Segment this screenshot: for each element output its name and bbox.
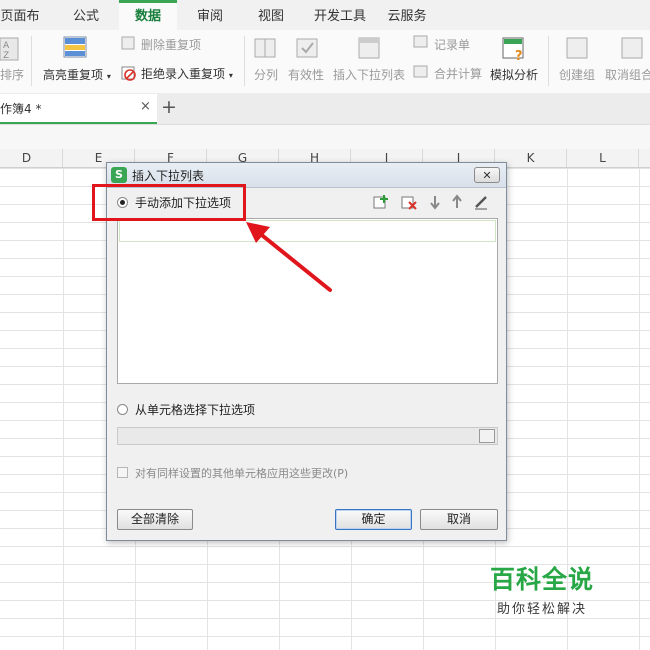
reject-duplicates-label: 拒绝录入重复项 xyxy=(141,67,226,81)
ungroup-button[interactable]: 取消组合 xyxy=(605,66,650,83)
dialog-title: 插入下拉列表 xyxy=(132,169,205,183)
sort-button[interactable]: 排序 xyxy=(0,66,24,83)
move-down-icon[interactable] xyxy=(427,194,443,210)
close-icon[interactable]: × xyxy=(140,99,151,114)
divider xyxy=(548,36,549,86)
tab-developer[interactable]: 开发工具 xyxy=(308,0,372,30)
merge-calc-button[interactable]: 合并计算 xyxy=(434,65,482,82)
delete-duplicates-icon xyxy=(121,36,135,50)
record-form-button[interactable]: 记录单 xyxy=(434,36,470,53)
dropdown-item-input[interactable] xyxy=(119,220,496,242)
chevron-down-icon: ▾ xyxy=(106,72,111,81)
ribbon-toolbar: A Z 排序 高亮重复项 ▾ 删除重复项 拒绝录入重复项 ▾ 分列 有效性 插入… xyxy=(0,30,650,94)
svg-text:A: A xyxy=(3,41,10,51)
tab-cloud[interactable]: 云服务 xyxy=(382,0,432,30)
wps-logo-icon: S xyxy=(111,167,127,183)
tab-review[interactable]: 审阅 xyxy=(186,0,234,30)
insert-dropdown-button[interactable]: 插入下拉列表 xyxy=(333,66,405,83)
apply-to-all-checkbox xyxy=(117,467,128,478)
tab-view[interactable]: 视图 xyxy=(247,0,295,30)
watermark: 百科全说 助你轻松解决 xyxy=(462,560,622,622)
group-icon xyxy=(566,37,588,59)
clear-all-button[interactable]: 全部清除 xyxy=(117,509,193,530)
document-tab-bar: 工作簿4 * × + xyxy=(0,93,650,124)
document-tab-title: 工作簿4 * xyxy=(0,102,42,116)
svg-text:Z: Z xyxy=(3,51,9,61)
record-form-icon xyxy=(413,35,428,48)
add-tab-icon[interactable]: + xyxy=(161,96,177,118)
cell-range-input xyxy=(117,427,498,445)
annotation-highlight-box xyxy=(92,184,246,221)
add-item-icon[interactable] xyxy=(373,194,389,210)
tab-page-layout[interactable]: 页面布局 xyxy=(0,0,45,57)
range-picker-icon xyxy=(479,429,495,443)
delete-item-icon[interactable] xyxy=(401,194,417,210)
chevron-down-icon: ▾ xyxy=(228,71,233,80)
split-button[interactable]: 分列 xyxy=(254,66,278,83)
split-columns-icon xyxy=(254,38,276,58)
watermark-subtitle: 助你轻松解决 xyxy=(496,602,587,617)
highlight-duplicates-button[interactable]: 高亮重复项 ▾ xyxy=(43,66,111,83)
reject-duplicates-button[interactable]: 拒绝录入重复项 ▾ xyxy=(141,65,233,82)
column-header-l[interactable]: L xyxy=(567,149,639,167)
create-group-button[interactable]: 创建组 xyxy=(559,66,595,83)
column-header-d[interactable]: D xyxy=(0,149,63,167)
what-if-analysis-button[interactable]: 模拟分析 xyxy=(490,66,538,83)
divider xyxy=(31,36,32,86)
document-tab[interactable]: 工作簿4 * × xyxy=(0,94,157,124)
what-if-analysis-icon: ? xyxy=(502,37,524,62)
validity-button[interactable]: 有效性 xyxy=(288,66,324,83)
validity-icon xyxy=(296,38,318,58)
watermark-title: 百科全说 xyxy=(489,565,594,594)
highlight-duplicates-label: 高亮重复项 xyxy=(43,68,104,82)
highlight-duplicates-icon xyxy=(63,36,87,58)
svg-text:?: ? xyxy=(515,49,523,62)
sort-icon: A Z xyxy=(0,37,19,61)
ribbon-tab-bar: 页面布局 公式 数据 审阅 视图 开发工具 云服务 xyxy=(0,0,650,57)
move-up-icon[interactable] xyxy=(449,194,465,210)
apply-to-all-label: 对有同样设置的其他单元格应用这些更改(P) xyxy=(135,467,349,480)
ok-button[interactable]: 确定 xyxy=(335,509,412,530)
merge-calc-icon xyxy=(413,65,428,78)
reject-duplicates-icon xyxy=(121,66,136,81)
dropdown-items-list[interactable] xyxy=(117,218,498,384)
delete-duplicates-button[interactable]: 删除重复项 xyxy=(141,36,201,53)
edit-item-icon[interactable] xyxy=(473,194,489,210)
cells-option-radio[interactable] xyxy=(117,404,128,415)
cancel-button[interactable]: 取消 xyxy=(420,509,498,530)
insert-dropdown-icon xyxy=(358,37,380,59)
formula-bar[interactable] xyxy=(0,124,650,150)
cells-option-label[interactable]: 从单元格选择下拉选项 xyxy=(135,401,255,418)
tab-data[interactable]: 数据 xyxy=(119,0,177,30)
ungroup-icon xyxy=(621,37,643,59)
dialog-close-button[interactable]: ✕ xyxy=(474,167,500,183)
tab-formulas[interactable]: 公式 xyxy=(60,0,112,30)
divider xyxy=(244,36,245,86)
